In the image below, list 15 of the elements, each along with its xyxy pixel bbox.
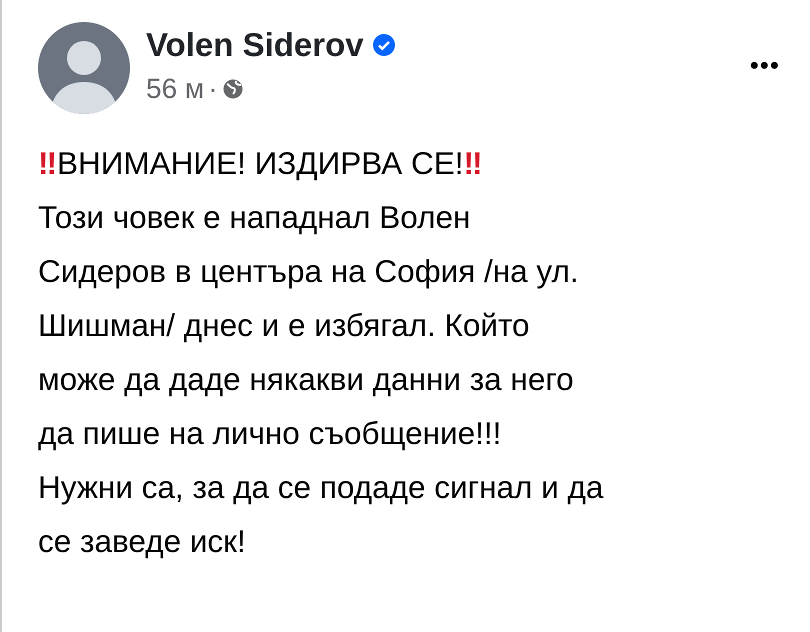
globe-icon (222, 78, 244, 100)
post-text-line: Нужни са, за да се подаде сигнал и да (38, 468, 604, 507)
post-text-line: Този човек е нападнал Волен (38, 198, 472, 237)
separator-dot: · (208, 72, 218, 106)
more-options-button[interactable]: ••• (750, 46, 780, 85)
double-exclamation-icon: ‼ (463, 136, 483, 190)
author-name[interactable]: Volen Siderov (146, 26, 364, 64)
post-text-line: Шишман/ днес и е избягал. Който (38, 306, 531, 345)
headline-text: ВНИМАНИЕ! ИЗДИРВА СЕ! (57, 144, 464, 183)
post-text-line: може да даде някакви данни за него (38, 360, 575, 399)
post-text-line: да пише на лично съобщение!!! (38, 414, 502, 453)
post-text-line: се заведе иск! (38, 522, 247, 561)
double-exclamation-icon: ‼ (38, 136, 58, 190)
post-time[interactable]: 56 м (146, 68, 204, 110)
post-text-line: Сидеров в центъра на София /на ул. (38, 252, 580, 291)
